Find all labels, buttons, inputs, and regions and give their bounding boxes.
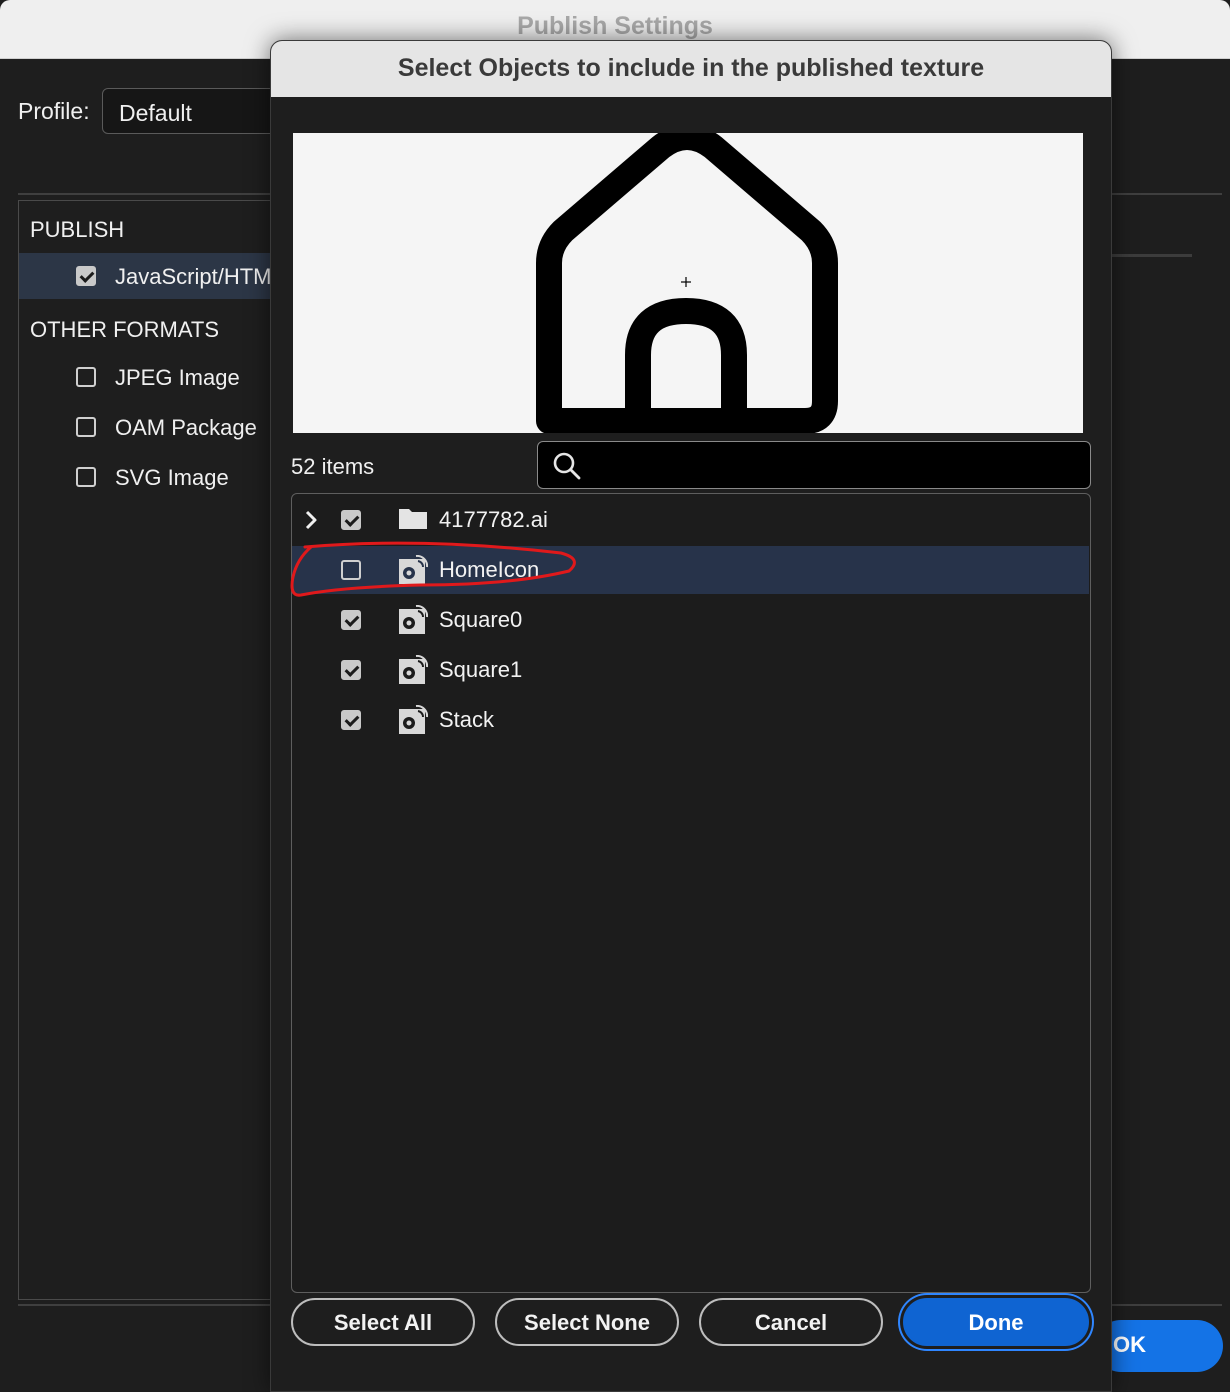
- texture-preview: [293, 133, 1083, 433]
- tree-row-checkbox[interactable]: [341, 610, 361, 630]
- tree-row-folder[interactable]: 4177782.ai: [292, 496, 1089, 544]
- profile-value: Default: [119, 100, 192, 126]
- other-formats-header: OTHER FORMATS: [30, 317, 220, 342]
- tree-row-checkbox[interactable]: [341, 660, 361, 680]
- format-label: JavaScript/HTML: [115, 264, 284, 289]
- dialog-title: Select Objects to include in the publish…: [397, 54, 985, 82]
- tree-row-label: 4177782.ai: [439, 507, 548, 532]
- dialog-header: Select Objects to include in the publish…: [271, 41, 1111, 97]
- tree-row-homeicon[interactable]: HomeIcon: [292, 546, 1089, 594]
- format-label: JPEG Image: [115, 365, 240, 390]
- select-none-button[interactable]: Select None: [495, 1298, 679, 1346]
- tree-row-label: HomeIcon: [439, 557, 540, 582]
- ok-button[interactable]: OK: [1095, 1320, 1223, 1372]
- publish-header: PUBLISH: [30, 217, 125, 242]
- folder-icon: [399, 509, 427, 529]
- svg-checkbox[interactable]: [76, 467, 96, 487]
- jpeg-checkbox[interactable]: [76, 367, 96, 387]
- profile-label: Profile:: [18, 98, 90, 124]
- oam-checkbox[interactable]: [76, 417, 96, 437]
- movieclip-symbol-icon: [399, 705, 428, 734]
- tree-row-label: Stack: [439, 707, 495, 732]
- cancel-button[interactable]: Cancel: [699, 1298, 883, 1346]
- movieclip-symbol-icon: [399, 555, 428, 584]
- tree-row-checkbox[interactable]: [341, 560, 361, 580]
- window-title: Publish Settings: [517, 12, 713, 40]
- chevron-right-icon[interactable]: [302, 508, 320, 532]
- format-label: SVG Image: [115, 465, 229, 490]
- done-button[interactable]: Done: [903, 1298, 1089, 1346]
- item-count: 52 items: [291, 454, 375, 479]
- tree-row-label: Square1: [439, 657, 523, 682]
- format-label: OAM Package: [115, 415, 257, 440]
- object-tree: 4177782.ai HomeIcon Square0 Square1 Stac…: [291, 493, 1091, 1293]
- tree-row-stack[interactable]: Stack: [292, 696, 1089, 744]
- movieclip-symbol-icon: [399, 655, 428, 684]
- search-input[interactable]: [590, 448, 1084, 484]
- select-objects-dialog: Select Objects to include in the publish…: [270, 40, 1112, 1392]
- tree-row-checkbox[interactable]: [341, 710, 361, 730]
- tree-row-square1[interactable]: Square1: [292, 646, 1089, 694]
- tree-row-checkbox[interactable]: [341, 510, 361, 530]
- select-all-button[interactable]: Select All: [291, 1298, 475, 1346]
- tree-row-square0[interactable]: Square0: [292, 596, 1089, 644]
- movieclip-symbol-icon: [399, 605, 428, 634]
- search-field[interactable]: [537, 441, 1091, 489]
- tree-row-label: Square0: [439, 607, 523, 632]
- settings-scroll-track: [1100, 254, 1192, 257]
- javascript-html-checkbox[interactable]: [76, 266, 96, 286]
- search-icon: [553, 452, 581, 480]
- home-icon-preview: [536, 133, 838, 433]
